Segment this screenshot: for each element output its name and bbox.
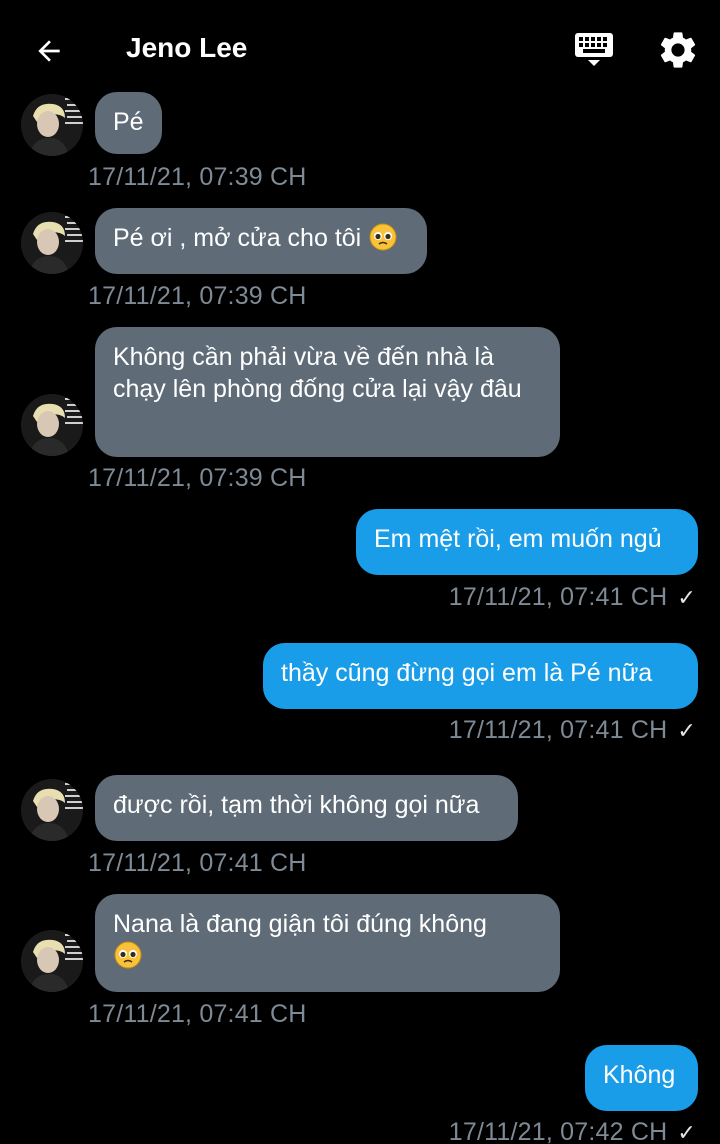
gear-icon bbox=[660, 32, 696, 68]
pleading-face-icon bbox=[114, 941, 142, 969]
message-bubble[interactable]: Pé bbox=[95, 92, 162, 154]
sent-check-icon: ✓ bbox=[677, 585, 696, 610]
message-bubble[interactable]: Pé ơi , mở cửa cho tôi bbox=[95, 208, 427, 274]
message-bubble[interactable]: Không bbox=[585, 1045, 698, 1111]
message-text: được rồi, tạm thời không gọi nữa bbox=[113, 791, 480, 819]
keyboard-button[interactable] bbox=[572, 30, 616, 70]
message-timestamp: 17/11/21, 07:41 CH ✓ bbox=[449, 583, 696, 612]
timestamp-text: 17/11/21, 07:41 CH bbox=[448, 716, 668, 744]
profile-photo bbox=[21, 779, 83, 841]
timestamp-text: 17/11/21, 07:42 CH bbox=[448, 1118, 668, 1144]
message-text: Không cần phải vừa về đến nhà là chạy lê… bbox=[113, 343, 522, 403]
profile-photo bbox=[21, 94, 83, 156]
message-text: Pé bbox=[113, 108, 144, 136]
profile-photo bbox=[21, 930, 83, 992]
profile-photo bbox=[21, 394, 83, 456]
message-timestamp: 17/11/21, 07:39 CH bbox=[88, 282, 307, 310]
message-timestamp: 17/11/21, 07:41 CH ✓ bbox=[449, 716, 696, 745]
avatar[interactable] bbox=[21, 212, 83, 274]
message-bubble[interactable]: Nana là đang giận tôi đúng không bbox=[95, 894, 560, 992]
avatar[interactable] bbox=[21, 394, 83, 456]
sent-check-icon: ✓ bbox=[677, 718, 696, 743]
avatar[interactable] bbox=[21, 930, 83, 992]
message-timestamp: 17/11/21, 07:41 CH bbox=[88, 1000, 307, 1028]
message-timestamp: 17/11/21, 07:39 CH bbox=[88, 464, 307, 492]
message-text: thầy cũng đừng gọi em là Pé nữa bbox=[281, 659, 653, 687]
message-bubble[interactable]: Không cần phải vừa về đến nhà là chạy lê… bbox=[95, 327, 560, 457]
arrow-left-icon bbox=[38, 40, 60, 62]
settings-button[interactable] bbox=[656, 28, 700, 72]
sent-check-icon: ✓ bbox=[677, 1120, 696, 1144]
timestamp-text: 17/11/21, 07:41 CH bbox=[448, 583, 668, 611]
avatar[interactable] bbox=[21, 94, 83, 156]
message-text: Pé ơi , mở cửa cho tôi bbox=[113, 224, 362, 252]
message-timestamp: 17/11/21, 07:39 CH bbox=[88, 163, 307, 191]
back-button[interactable] bbox=[28, 30, 70, 72]
pleading-face-icon bbox=[369, 223, 397, 251]
message-text: Em mệt rồi, em muốn ngủ bbox=[374, 525, 662, 553]
chat-title: Jeno Lee bbox=[126, 32, 248, 63]
message-bubble[interactable]: được rồi, tạm thời không gọi nữa bbox=[95, 775, 518, 841]
message-timestamp: 17/11/21, 07:41 CH bbox=[88, 849, 307, 877]
message-timestamp: 17/11/21, 07:42 CH ✓ bbox=[449, 1118, 696, 1144]
pleading-face-emoji bbox=[368, 222, 398, 260]
profile-photo bbox=[21, 212, 83, 274]
pleading-face-emoji bbox=[113, 940, 143, 978]
avatar[interactable] bbox=[21, 779, 83, 841]
message-text: Không bbox=[603, 1061, 676, 1089]
message-text: Nana là đang giận tôi đúng không bbox=[113, 910, 487, 938]
keyboard-icon bbox=[575, 33, 613, 66]
chat-header: Jeno Lee bbox=[0, 0, 720, 100]
message-bubble[interactable]: Em mệt rồi, em muốn ngủ bbox=[356, 509, 698, 575]
message-bubble[interactable]: thầy cũng đừng gọi em là Pé nữa bbox=[263, 643, 698, 709]
